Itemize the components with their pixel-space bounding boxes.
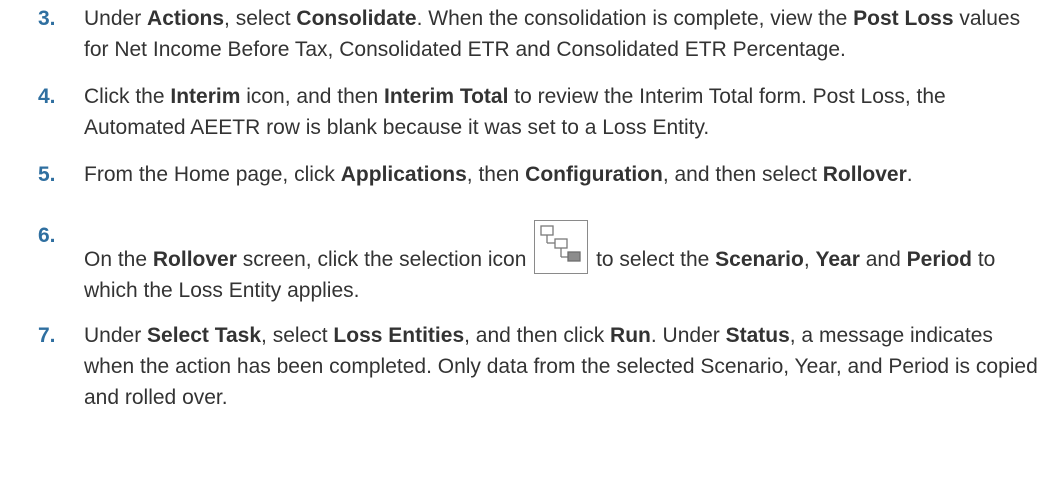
step-5: 5. From the Home page, click Application… (38, 159, 1038, 190)
instruction-steps: 3. Under Actions, select Consolidate. Wh… (38, 3, 1038, 429)
ui-term-loss-entities: Loss Entities (333, 324, 465, 347)
ui-term-configuration: Configuration (525, 163, 663, 186)
ui-term-year: Year (815, 248, 860, 271)
step-text: On the Rollover screen, click the select… (84, 220, 995, 302)
step-text: Under Actions, select Consolidate. When … (84, 7, 1021, 61)
step-number: 6. (38, 224, 56, 247)
ui-term-scenario: Scenario (715, 248, 804, 271)
ui-term-period: Period (906, 248, 972, 271)
ui-term-actions: Actions (147, 7, 225, 30)
step-text: Click the Interim icon, and then Interim… (84, 85, 946, 139)
step-number: 4. (38, 85, 56, 108)
ui-term-consolidate: Consolidate (296, 7, 417, 30)
ui-term-status: Status (725, 324, 790, 347)
step-6: 6. On the Rollover screen, click the sel… (38, 220, 1038, 306)
selection-hierarchy-icon (534, 220, 589, 274)
ui-term-applications: Applications (340, 163, 467, 186)
ui-term-select-task: Select Task (147, 324, 262, 347)
step-4: 4. Click the Interim icon, and then Inte… (38, 81, 1038, 143)
ui-term-post-loss: Post Loss (853, 7, 954, 30)
step-number: 3. (38, 7, 56, 30)
step-text: From the Home page, click Applications, … (84, 163, 913, 186)
step-number: 7. (38, 324, 56, 347)
ui-term-interim-total: Interim Total (383, 85, 509, 108)
ui-term-rollover: Rollover (152, 248, 237, 271)
ui-term-interim: Interim (170, 85, 241, 108)
ui-term-run: Run (610, 324, 651, 347)
step-3: 3. Under Actions, select Consolidate. Wh… (38, 3, 1038, 65)
step-number: 5. (38, 163, 56, 186)
ui-term-rollover: Rollover (822, 163, 907, 186)
step-text: Under Select Task, select Loss Entities,… (84, 324, 1038, 409)
step-7: 7. Under Select Task, select Loss Entiti… (38, 320, 1038, 413)
